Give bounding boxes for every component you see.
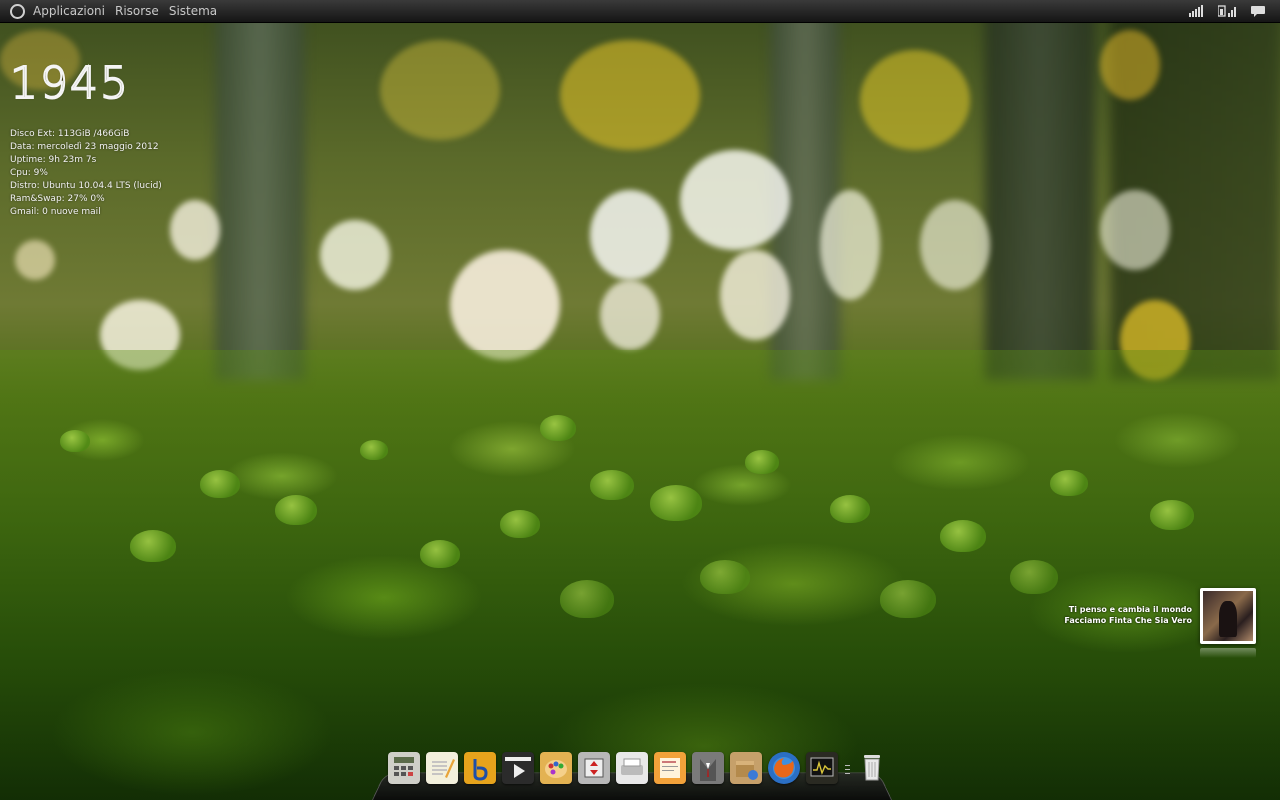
scanner-icon[interactable] [616,752,648,784]
dock [372,752,892,800]
bluefish-icon[interactable] [464,752,496,784]
ubuntu-logo-icon[interactable] [10,3,25,19]
video-player-icon[interactable] [502,752,534,784]
menu-applications[interactable]: Applicazioni [33,4,105,18]
conky-distro-line: Distro: Ubuntu 10.04.4 LTS (lucid) [10,181,162,191]
conky-cpu-line: Cpu: 9% [10,168,48,178]
conky-uptime-line: Uptime: 9h 23m 7s [10,155,97,165]
conky-date-line: Data: mercoledì 23 maggio 2012 [10,142,159,152]
album-cover-icon[interactable] [1200,588,1256,658]
message-icon[interactable] [1250,5,1266,17]
system-monitor-icon[interactable] [806,752,838,784]
top-panel: Applicazioni Risorse Sistema [0,0,1280,23]
conky-gmail-line: Gmail: 0 nuove mail [10,207,101,217]
menu-places[interactable]: Risorse [115,4,159,18]
file-transfer-icon[interactable] [578,752,610,784]
firefox-icon[interactable] [768,752,800,784]
desktop-wallpaper [0,0,1280,800]
trash-icon[interactable] [856,752,888,784]
now-playing-song: Ti penso e cambia il mondo [1068,605,1192,614]
calculator-icon[interactable] [388,752,420,784]
battery-signal-icon[interactable] [1218,5,1238,17]
conky-widget: 1945 Disco Ext: 113GiB /466GiB Data: mer… [9,58,162,219]
conky-ram-line: Ram&Swap: 27% 0% [10,194,105,204]
text-editor-icon[interactable] [426,752,458,784]
system-tray [1188,5,1266,17]
package-icon[interactable] [730,752,762,784]
now-playing-album: Facciamo Finta Che Sia Vero [1064,616,1192,625]
conky-clock: 1945 [9,58,130,109]
dock-separator [844,754,850,784]
suit-icon[interactable] [692,752,724,784]
menu-system[interactable]: Sistema [169,4,217,18]
paint-icon[interactable] [540,752,572,784]
now-playing-widget[interactable]: Ti penso e cambia il mondo Facciamo Fint… [1064,588,1256,658]
conky-disk-line: Disco Ext: 113GiB /466GiB [10,129,130,139]
easytag-icon[interactable] [654,752,686,784]
network-signal-icon[interactable] [1188,5,1206,17]
